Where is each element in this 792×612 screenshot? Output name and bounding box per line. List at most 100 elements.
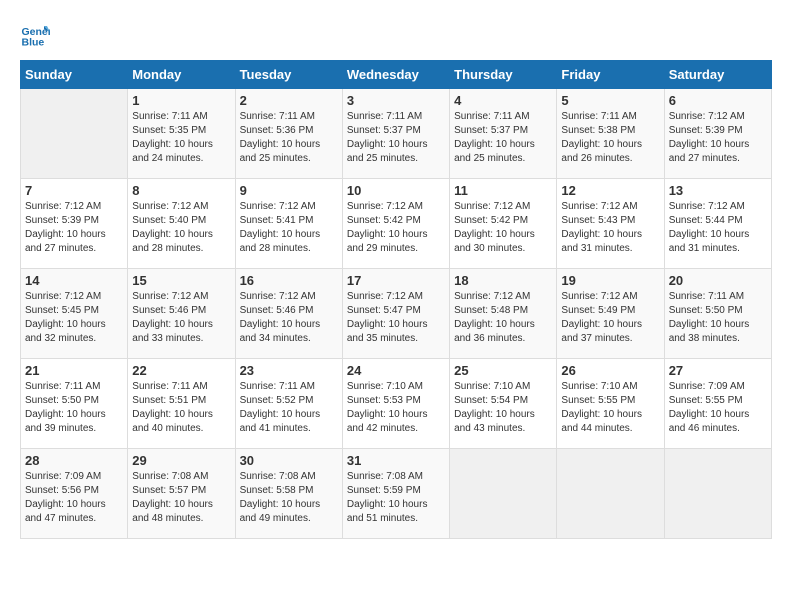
day-info: Sunrise: 7:08 AM Sunset: 5:57 PM Dayligh… <box>132 470 230 526</box>
weekday-header: Saturday <box>664 61 771 89</box>
day-info: Sunrise: 7:10 AM Sunset: 5:54 PM Dayligh… <box>454 380 552 436</box>
calendar-cell: 11 Sunrise: 7:12 AM Sunset: 5:42 PM Dayli… <box>450 179 557 269</box>
day-number: 27 <box>669 363 767 378</box>
weekday-header: Thursday <box>450 61 557 89</box>
calendar-cell: 2 Sunrise: 7:11 AM Sunset: 5:36 PM Daylig… <box>235 89 342 179</box>
day-info: Sunrise: 7:10 AM Sunset: 5:53 PM Dayligh… <box>347 380 445 436</box>
day-number: 31 <box>347 453 445 468</box>
day-number: 13 <box>669 183 767 198</box>
calendar-cell <box>21 89 128 179</box>
calendar-cell: 25Sunrise: 7:10 AM Sunset: 5:54 PM Dayli… <box>450 359 557 449</box>
calendar-cell <box>557 449 664 539</box>
day-info: Sunrise: 7:12 AM Sunset: 5:44 PM Dayligh… <box>669 200 767 256</box>
weekday-header: Tuesday <box>235 61 342 89</box>
calendar-cell: 6Sunrise: 7:12 AM Sunset: 5:39 PM Daylig… <box>664 89 771 179</box>
calendar-week-row: 14 Sunrise: 7:12 AM Sunset: 5:45 PM Dayli… <box>21 269 772 359</box>
day-number: 12 <box>561 183 659 198</box>
calendar-cell: 8 Sunrise: 7:12 AM Sunset: 5:40 PM Daylig… <box>128 179 235 269</box>
day-info: Sunrise: 7:12 AM Sunset: 5:47 PM Dayligh… <box>347 290 445 346</box>
calendar-cell: 17 Sunrise: 7:12 AM Sunset: 5:47 PM Dayli… <box>342 269 449 359</box>
calendar-cell: 9 Sunrise: 7:12 AM Sunset: 5:41 PM Daylig… <box>235 179 342 269</box>
day-number: 5 <box>561 93 659 108</box>
calendar-cell: 3Sunrise: 7:11 AM Sunset: 5:37 PM Daylig… <box>342 89 449 179</box>
day-info: Sunrise: 7:09 AM Sunset: 5:55 PM Dayligh… <box>669 380 767 436</box>
day-info: Sunrise: 7:11 AM Sunset: 5:36 PM Dayligh… <box>240 110 338 166</box>
calendar-cell: 12 Sunrise: 7:12 AM Sunset: 5:43 PM Dayli… <box>557 179 664 269</box>
day-number: 9 <box>240 183 338 198</box>
day-info: Sunrise: 7:09 AM Sunset: 5:56 PM Dayligh… <box>25 470 123 526</box>
day-info: Sunrise: 7:11 AM Sunset: 5:37 PM Dayligh… <box>454 110 552 166</box>
day-info: Sunrise: 7:12 AM Sunset: 5:42 PM Dayligh… <box>454 200 552 256</box>
day-number: 4 <box>454 93 552 108</box>
day-number: 29 <box>132 453 230 468</box>
svg-text:Blue: Blue <box>22 37 45 49</box>
calendar-cell: 31 Sunrise: 7:08 AM Sunset: 5:59 PM Dayli… <box>342 449 449 539</box>
calendar-cell: 19Sunrise: 7:12 AM Sunset: 5:49 PM Dayli… <box>557 269 664 359</box>
day-number: 8 <box>132 183 230 198</box>
calendar-cell: 4 Sunrise: 7:11 AM Sunset: 5:37 PM Daylig… <box>450 89 557 179</box>
logo-icon: General Blue <box>20 20 50 50</box>
day-info: Sunrise: 7:12 AM Sunset: 5:43 PM Dayligh… <box>561 200 659 256</box>
day-number: 16 <box>240 273 338 288</box>
day-number: 14 <box>25 273 123 288</box>
calendar-cell: 29 Sunrise: 7:08 AM Sunset: 5:57 PM Dayli… <box>128 449 235 539</box>
calendar-cell: 30Sunrise: 7:08 AM Sunset: 5:58 PM Dayli… <box>235 449 342 539</box>
day-number: 18 <box>454 273 552 288</box>
calendar-cell: 5Sunrise: 7:11 AM Sunset: 5:38 PM Daylig… <box>557 89 664 179</box>
day-number: 1 <box>132 93 230 108</box>
calendar-cell: 16 Sunrise: 7:12 AM Sunset: 5:46 PM Dayli… <box>235 269 342 359</box>
day-info: Sunrise: 7:10 AM Sunset: 5:55 PM Dayligh… <box>561 380 659 436</box>
day-info: Sunrise: 7:12 AM Sunset: 5:49 PM Dayligh… <box>561 290 659 346</box>
day-info: Sunrise: 7:11 AM Sunset: 5:52 PM Dayligh… <box>240 380 338 436</box>
day-info: Sunrise: 7:12 AM Sunset: 5:46 PM Dayligh… <box>132 290 230 346</box>
calendar-cell: 21 Sunrise: 7:11 AM Sunset: 5:50 PM Dayli… <box>21 359 128 449</box>
day-number: 23 <box>240 363 338 378</box>
day-info: Sunrise: 7:08 AM Sunset: 5:59 PM Dayligh… <box>347 470 445 526</box>
day-info: Sunrise: 7:12 AM Sunset: 5:39 PM Dayligh… <box>25 200 123 256</box>
calendar-cell: 22Sunrise: 7:11 AM Sunset: 5:51 PM Dayli… <box>128 359 235 449</box>
weekday-header: Sunday <box>21 61 128 89</box>
calendar-cell: 13 Sunrise: 7:12 AM Sunset: 5:44 PM Dayli… <box>664 179 771 269</box>
weekday-header: Friday <box>557 61 664 89</box>
calendar-cell: 27 Sunrise: 7:09 AM Sunset: 5:55 PM Dayli… <box>664 359 771 449</box>
calendar-cell: 10Sunrise: 7:12 AM Sunset: 5:42 PM Dayli… <box>342 179 449 269</box>
day-info: Sunrise: 7:11 AM Sunset: 5:35 PM Dayligh… <box>132 110 230 166</box>
day-info: Sunrise: 7:12 AM Sunset: 5:45 PM Dayligh… <box>25 290 123 346</box>
day-number: 17 <box>347 273 445 288</box>
calendar-cell: 28 Sunrise: 7:09 AM Sunset: 5:56 PM Dayli… <box>21 449 128 539</box>
calendar-week-row: 21 Sunrise: 7:11 AM Sunset: 5:50 PM Dayli… <box>21 359 772 449</box>
calendar-week-row: 7Sunrise: 7:12 AM Sunset: 5:39 PM Daylig… <box>21 179 772 269</box>
day-number: 15 <box>132 273 230 288</box>
day-number: 10 <box>347 183 445 198</box>
page-header: General Blue <box>20 20 772 50</box>
calendar-cell: 1 Sunrise: 7:11 AM Sunset: 5:35 PM Daylig… <box>128 89 235 179</box>
day-number: 20 <box>669 273 767 288</box>
day-number: 24 <box>347 363 445 378</box>
day-info: Sunrise: 7:12 AM Sunset: 5:39 PM Dayligh… <box>669 110 767 166</box>
day-info: Sunrise: 7:12 AM Sunset: 5:41 PM Dayligh… <box>240 200 338 256</box>
calendar-cell: 26 Sunrise: 7:10 AM Sunset: 5:55 PM Dayli… <box>557 359 664 449</box>
day-number: 28 <box>25 453 123 468</box>
calendar-cell: 15 Sunrise: 7:12 AM Sunset: 5:46 PM Dayli… <box>128 269 235 359</box>
calendar-cell: 18Sunrise: 7:12 AM Sunset: 5:48 PM Dayli… <box>450 269 557 359</box>
day-info: Sunrise: 7:11 AM Sunset: 5:50 PM Dayligh… <box>25 380 123 436</box>
calendar-cell: 14 Sunrise: 7:12 AM Sunset: 5:45 PM Dayli… <box>21 269 128 359</box>
day-info: Sunrise: 7:11 AM Sunset: 5:37 PM Dayligh… <box>347 110 445 166</box>
day-number: 22 <box>132 363 230 378</box>
weekday-header-row: SundayMondayTuesdayWednesdayThursdayFrid… <box>21 61 772 89</box>
day-info: Sunrise: 7:12 AM Sunset: 5:40 PM Dayligh… <box>132 200 230 256</box>
day-info: Sunrise: 7:12 AM Sunset: 5:46 PM Dayligh… <box>240 290 338 346</box>
day-number: 21 <box>25 363 123 378</box>
day-info: Sunrise: 7:11 AM Sunset: 5:50 PM Dayligh… <box>669 290 767 346</box>
calendar-cell: 23 Sunrise: 7:11 AM Sunset: 5:52 PM Dayli… <box>235 359 342 449</box>
calendar-cell <box>664 449 771 539</box>
logo: General Blue <box>20 20 54 50</box>
day-number: 11 <box>454 183 552 198</box>
day-number: 2 <box>240 93 338 108</box>
calendar-cell: 20 Sunrise: 7:11 AM Sunset: 5:50 PM Dayli… <box>664 269 771 359</box>
calendar-cell: 7Sunrise: 7:12 AM Sunset: 5:39 PM Daylig… <box>21 179 128 269</box>
calendar-cell: 24 Sunrise: 7:10 AM Sunset: 5:53 PM Dayli… <box>342 359 449 449</box>
calendar-week-row: 1 Sunrise: 7:11 AM Sunset: 5:35 PM Daylig… <box>21 89 772 179</box>
day-number: 26 <box>561 363 659 378</box>
weekday-header: Wednesday <box>342 61 449 89</box>
